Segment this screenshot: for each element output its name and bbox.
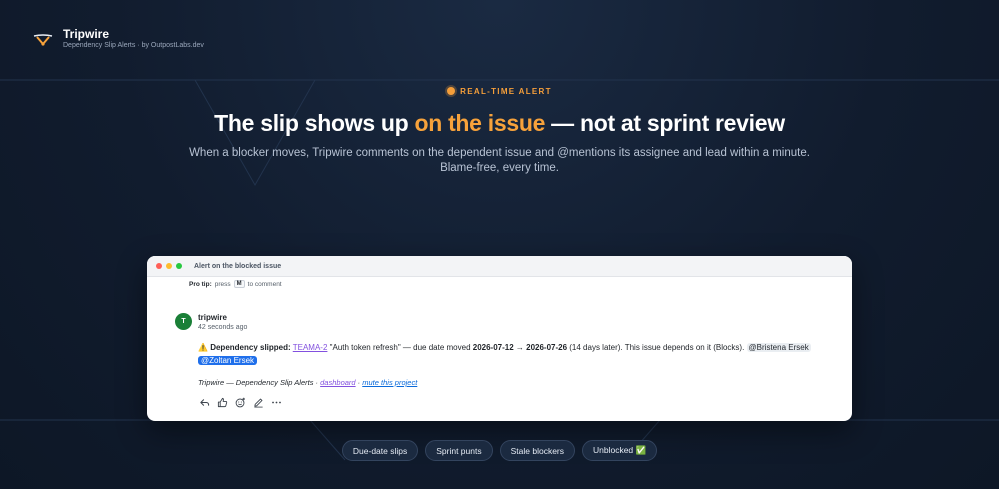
dashboard-link[interactable]: dashboard — [320, 378, 355, 387]
subline-line-1: When a blocker moves, Tripwire comments … — [189, 147, 810, 159]
comment-body: tripwire 42 seconds ago ⚠️ Dependency sl… — [198, 313, 832, 408]
tripwire-logo-icon — [33, 33, 53, 46]
eyebrow: REAL-TIME ALERT — [447, 87, 552, 96]
issue-link[interactable]: TEAMA-2 — [293, 343, 328, 352]
keyboard-key: M — [233, 280, 245, 288]
protip-pre: press — [214, 280, 231, 288]
window-title: Alert on the blocked issue — [194, 262, 282, 270]
pill-stale-blockers[interactable]: Stale blockers — [499, 440, 575, 461]
comment-message: ⚠️ Dependency slipped: TEAMA-2 "Auth tok… — [198, 341, 832, 367]
pill-unblocked[interactable]: Unblocked ✅ — [582, 440, 658, 461]
hero: REAL-TIME ALERT The slip shows up on the… — [0, 82, 999, 176]
message-lead: Dependency slipped: — [210, 343, 291, 352]
message-tail: (14 days later). This issue depends on i… — [567, 343, 745, 352]
thumbs-up-icon[interactable] — [216, 396, 228, 408]
date-to: 2026-07-26 — [526, 343, 568, 352]
pill-due-date-slips[interactable]: Due-date slips — [341, 440, 419, 461]
protip-label: Pro tip: — [189, 280, 212, 288]
minimize-window-icon[interactable] — [166, 263, 172, 269]
comment-actions — [198, 396, 832, 408]
brand-block: Tripwire Dependency Slip Alerts · by Out… — [63, 28, 204, 51]
window-titlebar: Alert on the blocked issue — [147, 256, 852, 277]
maximize-window-icon[interactable] — [176, 263, 182, 269]
more-icon[interactable] — [270, 396, 282, 408]
subline-line-2: Blame-free, every time. — [440, 162, 559, 174]
hero-subline: When a blocker moves, Tripwire comments … — [0, 146, 999, 176]
header: Tripwire Dependency Slip Alerts · by Out… — [33, 28, 204, 51]
mention-zoltan[interactable]: @Zoltan Ersek — [198, 356, 258, 365]
pill-sprint-punts[interactable]: Sprint punts — [425, 440, 493, 461]
warning-icon: ⚠️ — [198, 343, 208, 352]
page-title: The slip shows up on the issue — not at … — [0, 109, 999, 137]
feature-pills: Due-date slips Sprint punts Stale blocke… — [0, 440, 999, 461]
date-from: 2026-07-12 — [472, 343, 514, 352]
comment-signature: Tripwire — Dependency Slip Alerts · dash… — [198, 378, 832, 387]
page: Tripwire Dependency Slip Alerts · by Out… — [0, 0, 999, 489]
reply-icon[interactable] — [198, 396, 210, 408]
brand-subtitle: Dependency Slip Alerts · by OutpostLabs.… — [63, 42, 204, 49]
signature-text: Tripwire — Dependency Slip Alerts · — [198, 378, 319, 387]
alert-dot-icon — [447, 87, 456, 95]
comment-timestamp[interactable]: 42 seconds ago — [198, 323, 832, 332]
issue-title: "Auth token refresh" — due date moved — [327, 343, 473, 352]
headline-after: — not at sprint review — [545, 110, 785, 136]
comment-author[interactable]: tripwire — [198, 313, 832, 323]
close-window-icon[interactable] — [156, 263, 162, 269]
alert-card: Alert on the blocked issue Pro tip: pres… — [147, 256, 852, 421]
mention-bristena[interactable]: @Bristena Ersek — [746, 343, 811, 352]
avatar[interactable]: T — [175, 313, 192, 330]
headline-accent: on the issue — [414, 110, 546, 136]
add-reaction-icon[interactable] — [234, 396, 246, 408]
pro-tip: Pro tip: press M to comment — [189, 280, 282, 288]
eyebrow-label: REAL-TIME ALERT — [460, 86, 552, 96]
mute-project-link[interactable]: mute this project — [362, 378, 417, 387]
edit-icon[interactable] — [252, 396, 264, 408]
brand-name: Tripwire — [63, 27, 110, 41]
date-arrow: → — [513, 343, 527, 352]
protip-post: to comment — [247, 280, 282, 288]
headline-before: The slip shows up — [214, 110, 415, 136]
